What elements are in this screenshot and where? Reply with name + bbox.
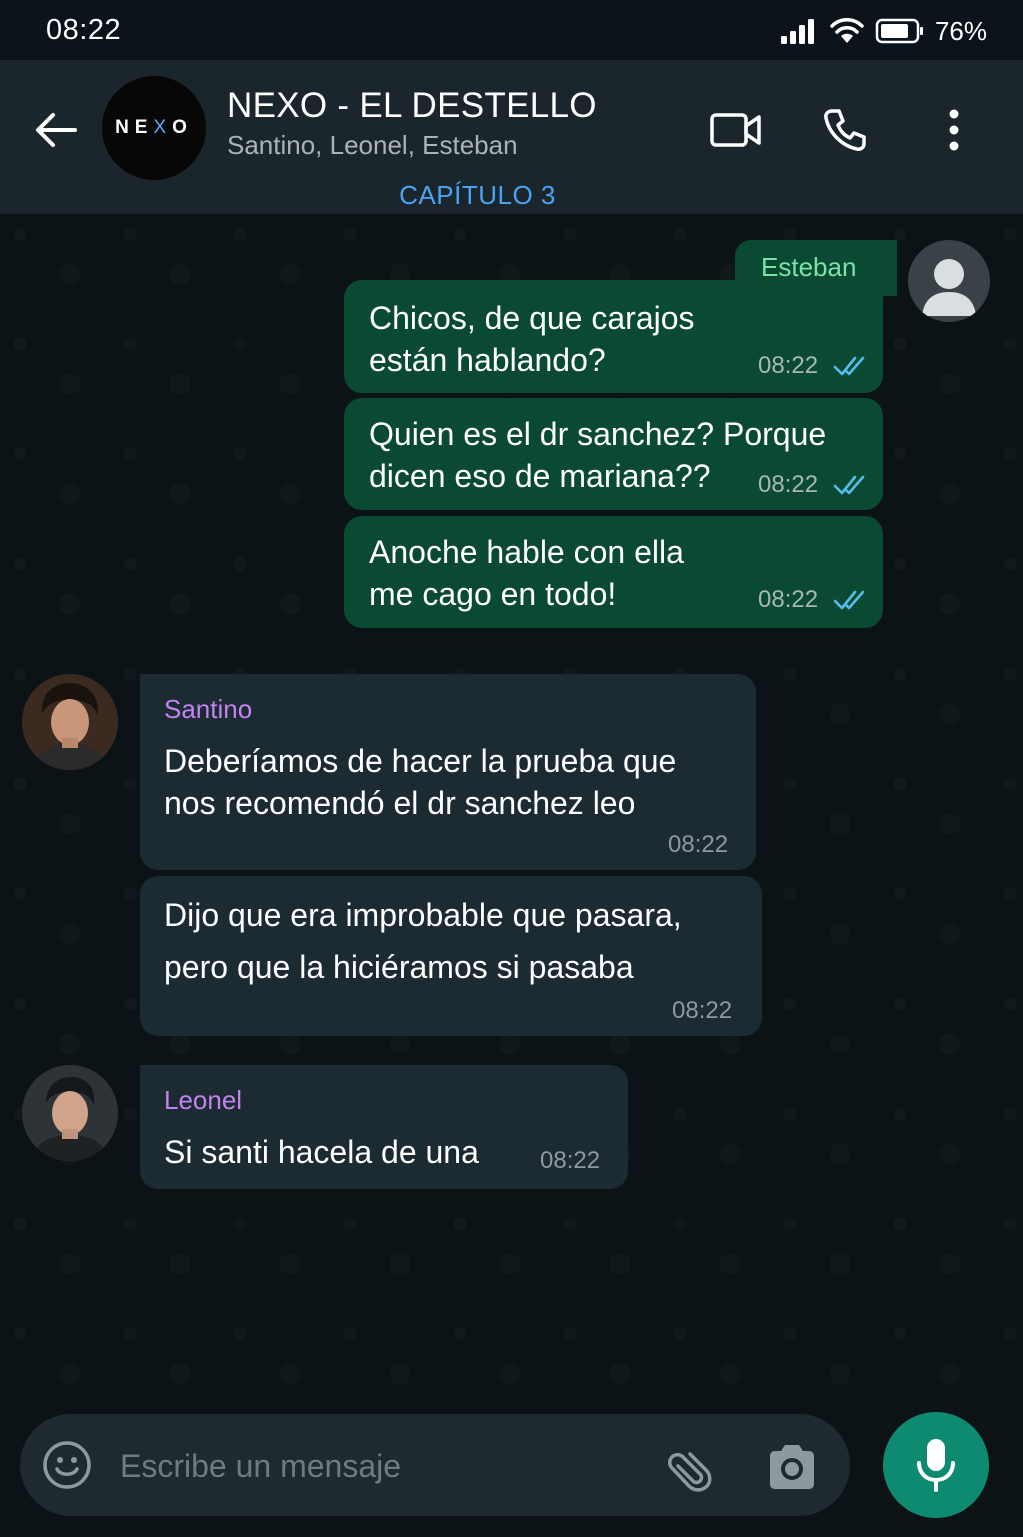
message-bubble[interactable]: Quien es el dr sanchez? Porque dicen eso… (344, 398, 883, 510)
group-members[interactable]: Santino, Leonel, Esteban (227, 130, 518, 161)
battery-percent: 76% (934, 15, 987, 46)
sender-name-esteban: Esteban (761, 252, 857, 282)
person-avatar-icon (22, 674, 118, 770)
avatar-esteban[interactable] (908, 240, 990, 322)
message-time: 08:22 (758, 471, 819, 498)
battery-icon (875, 18, 923, 44)
message-text-line: están hablando? (369, 342, 606, 378)
attach-button[interactable] (666, 1440, 720, 1494)
avatar-santino[interactable] (22, 674, 118, 770)
default-avatar-icon (922, 259, 976, 316)
emoji-icon (43, 1441, 91, 1489)
message-time: 08:22 (540, 1147, 601, 1174)
video-call-button[interactable] (706, 100, 766, 160)
group-avatar[interactable]: NEXO (102, 76, 206, 180)
message-bubble[interactable]: Chicos, de que carajos están hablando? 0… (344, 280, 883, 393)
person-avatar-icon (22, 1065, 118, 1161)
more-options-icon (949, 109, 959, 151)
message-time: 08:22 (758, 586, 819, 613)
double-check-icon (833, 590, 865, 610)
chat-area[interactable]: Esteban Chicos, de que carajos están hab… (0, 214, 1023, 1400)
back-button[interactable] (30, 104, 82, 156)
status-time: 08:22 (46, 14, 122, 46)
chat-header: NEXO NEXO - EL DESTELLO Santino, Leonel,… (0, 60, 1023, 214)
message-composer (20, 1414, 850, 1516)
message-time: 08:22 (668, 831, 729, 858)
more-options-button[interactable] (924, 100, 984, 160)
chapter-label: CAPÍTULO 3 (399, 180, 556, 210)
voice-call-button[interactable] (815, 100, 875, 160)
message-text-line: Chicos, de que carajos (369, 300, 695, 336)
message-text-line: pero que la hiciéramos si pasaba (164, 949, 634, 985)
status-bar: 08:22 76% (0, 0, 1023, 60)
signal-icon (780, 19, 814, 44)
camera-icon (770, 1445, 814, 1489)
camera-button[interactable] (764, 1440, 820, 1494)
message-text-line: Deberíamos de hacer la prueba que (164, 743, 677, 779)
wifi-icon (830, 18, 864, 43)
group-title[interactable]: NEXO - EL DESTELLO (227, 86, 597, 126)
message-bubble[interactable]: Leonel Si santi hacela de una 08:22 (140, 1065, 628, 1189)
sender-name-leonel: Leonel (164, 1085, 243, 1115)
message-text-line: me cago en todo! (369, 576, 617, 612)
message-text-line: Dijo que era improbable que pasara, (164, 897, 682, 933)
message-text-line: Anoche hable con ella (369, 534, 684, 570)
message-bubble[interactable]: Santino Deberíamos de hacer la prueba qu… (140, 674, 756, 870)
mic-button[interactable] (883, 1412, 989, 1518)
attach-icon (668, 1452, 712, 1492)
message-text-line: nos recomendó el dr sanchez leo (164, 785, 636, 821)
double-check-icon (833, 475, 865, 495)
message-text: Si santi hacela de una (164, 1134, 479, 1170)
back-arrow-icon (36, 113, 77, 147)
emoji-button[interactable] (42, 1440, 92, 1490)
mic-icon (917, 1439, 955, 1492)
message-text-line: dicen eso de mariana?? (369, 458, 711, 494)
status-icons: 76% (779, 14, 987, 48)
message-bubble[interactable]: Anoche hable con ella me cago en todo! 0… (344, 516, 883, 628)
group-logo: NEXO (115, 117, 193, 138)
avatar-leonel[interactable] (22, 1065, 118, 1161)
message-time: 08:22 (672, 997, 733, 1024)
message-text-line: Quien es el dr sanchez? Porque (369, 416, 827, 452)
message-bubble[interactable]: Dijo que era improbable que pasara, pero… (140, 876, 762, 1036)
double-check-icon (833, 356, 865, 376)
message-input[interactable] (120, 1444, 640, 1488)
sender-name-santino: Santino (164, 694, 253, 724)
message-time: 08:22 (758, 352, 819, 379)
phone-icon (824, 109, 866, 151)
video-call-icon (710, 113, 761, 147)
